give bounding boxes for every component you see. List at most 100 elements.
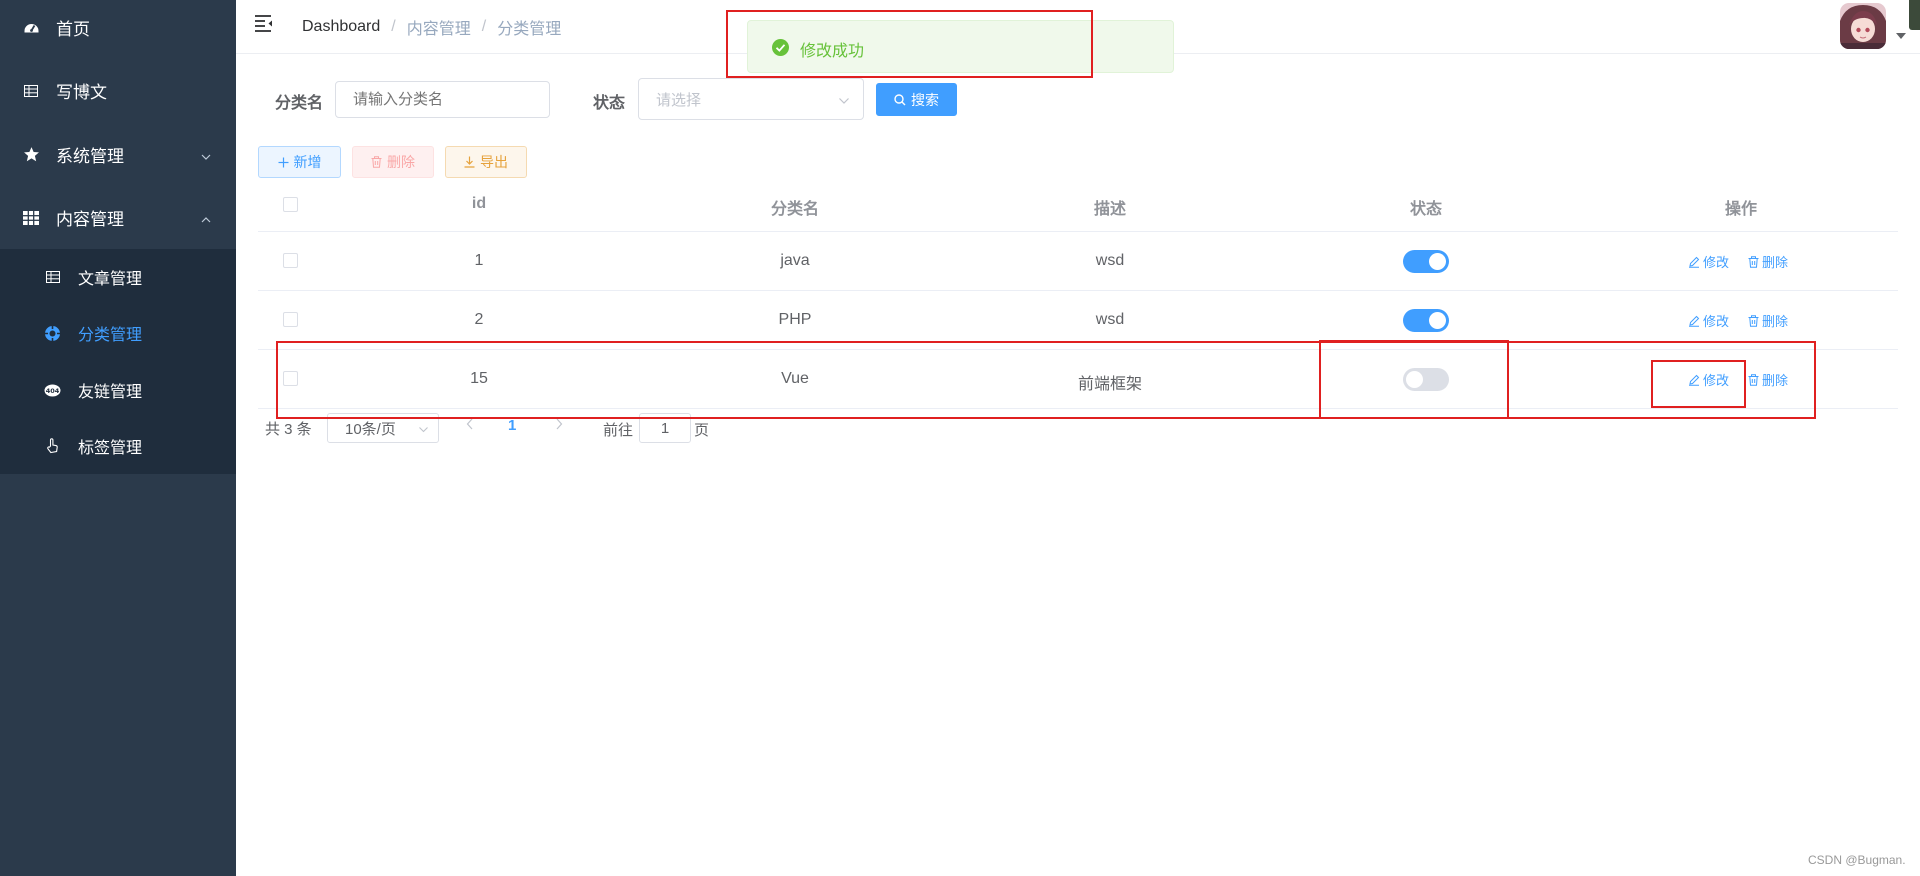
remove-button[interactable]: 删除 (1748, 252, 1788, 271)
search-icon (894, 93, 906, 105)
watermark: CSDN @Bugman. (1808, 853, 1906, 867)
table-row: 15 Vue 前端框架 修改 删除 (258, 350, 1898, 409)
status-switch[interactable] (1403, 309, 1449, 332)
search-button-label: 搜索 (911, 91, 939, 108)
header-id: id (471, 195, 487, 212)
category-name-input[interactable] (335, 81, 550, 118)
trash-icon (1748, 255, 1759, 268)
status-select-placeholder: 请选择 (656, 91, 702, 109)
chevron-down-icon (200, 148, 214, 162)
cell-desc: 前端框架 (1077, 376, 1143, 393)
breadcrumb-item-content: 内容管理 (406, 21, 471, 38)
table-row: 2 PHP wsd 修改 删除 (258, 291, 1898, 350)
plus-icon (278, 157, 288, 167)
sidebar-item-label: 内容管理 (56, 210, 124, 229)
edit-button[interactable]: 修改 (1688, 311, 1729, 330)
next-page-button[interactable] (554, 417, 570, 439)
remove-label: 删除 (1762, 314, 1789, 329)
svg-text:404: 404 (46, 387, 60, 395)
table-row: 1 java wsd 修改 删除 (258, 232, 1898, 291)
status-switch[interactable] (1403, 250, 1449, 273)
sidebar-item-label: 标签管理 (78, 440, 143, 457)
edit-icon (1689, 374, 1700, 386)
page-number-current[interactable]: 1 (508, 417, 516, 434)
prev-page-button[interactable] (465, 417, 481, 439)
sidebar-item-articles[interactable]: 文章管理 (0, 249, 236, 305)
sidebar-item-write-blog[interactable]: 写博文 (0, 59, 236, 122)
caret-down-icon[interactable] (1896, 33, 1906, 39)
breadcrumb: Dashboard / 内容管理 / 分类管理 (302, 15, 561, 39)
sidebar-item-links[interactable]: 404 友链管理 (0, 362, 236, 418)
chevron-down-icon (838, 94, 850, 106)
add-button[interactable]: 新增 (258, 146, 341, 178)
chevron-right-icon (556, 418, 563, 430)
cell-name: Vue (781, 370, 809, 387)
chevron-up-icon (200, 211, 214, 225)
search-button[interactable]: 搜索 (876, 83, 957, 116)
cell-id: 2 (474, 311, 484, 328)
grid-icon (22, 209, 40, 227)
edit-button[interactable]: 修改 (1688, 370, 1729, 389)
goto-label: 前往 (603, 422, 634, 439)
table-header: id 分类名 描述 状态 操作 (258, 177, 1898, 232)
download-icon (464, 156, 475, 168)
breadcrumb-separator: / (481, 18, 487, 35)
page-size-select[interactable]: 10条/页 (327, 413, 439, 443)
sidebar-item-home[interactable]: 首页 (0, 0, 236, 59)
sidebar-item-label: 分类管理 (78, 327, 143, 344)
chevron-left-icon (466, 418, 473, 430)
breadcrumb-separator: / (391, 18, 396, 35)
status-switch[interactable] (1403, 368, 1449, 391)
sidebar-item-content[interactable]: 内容管理 (0, 186, 236, 249)
avatar[interactable] (1840, 3, 1886, 49)
success-toast: 修改成功 (747, 20, 1174, 73)
delete-button[interactable]: 删除 (352, 146, 434, 178)
sidebar-item-tags[interactable]: 标签管理 (0, 418, 236, 474)
header-name: 分类名 (770, 201, 820, 218)
remove-label: 删除 (1762, 373, 1789, 388)
trash-icon (1748, 314, 1759, 327)
sidebar-item-label: 友链管理 (78, 384, 143, 401)
remove-button[interactable]: 删除 (1748, 311, 1788, 330)
404-icon: 404 (44, 382, 61, 399)
star-icon (22, 146, 40, 164)
hamburger-icon[interactable] (254, 14, 274, 32)
status-label: 状态 (593, 95, 626, 112)
table-icon (22, 82, 40, 100)
sidebar-item-label: 写博文 (56, 83, 107, 102)
cell-name: java (780, 252, 810, 269)
edit-icon (1689, 315, 1700, 327)
page-jump-input[interactable] (639, 413, 691, 443)
success-check-icon (772, 39, 789, 56)
sidebar-item-label: 文章管理 (78, 271, 143, 288)
chevron-down-icon (419, 427, 428, 433)
hand-icon (44, 438, 61, 455)
cell-desc: wsd (1095, 311, 1125, 328)
export-button[interactable]: 导出 (445, 146, 527, 178)
cell-name: PHP (778, 311, 812, 328)
edit-label: 修改 (1703, 314, 1730, 329)
row-checkbox[interactable] (283, 312, 298, 327)
sidebar: 首页 写博文 系统管理 内容管理 文章管理 分类管理 404 友链管理 标签管理 (0, 0, 236, 876)
select-all-checkbox[interactable] (283, 197, 298, 212)
breadcrumb-item-dashboard[interactable]: Dashboard (302, 18, 380, 36)
sidebar-item-system[interactable]: 系统管理 (0, 123, 236, 186)
toast-message: 修改成功 (800, 43, 865, 60)
delete-button-label: 删除 (387, 154, 415, 170)
breadcrumb-item-categories: 分类管理 (497, 21, 562, 38)
edge-widget (1909, 0, 1920, 30)
category-name-label: 分类名 (275, 95, 324, 112)
cell-id: 1 (474, 252, 484, 269)
table-icon (44, 269, 61, 286)
add-button-label: 新增 (293, 154, 322, 170)
header-status: 状态 (1409, 201, 1443, 218)
status-select[interactable]: 请选择 (638, 78, 864, 120)
row-checkbox[interactable] (283, 371, 298, 386)
header-actions: 操作 (1724, 201, 1758, 218)
edit-button[interactable]: 修改 (1688, 252, 1729, 271)
row-checkbox[interactable] (283, 253, 298, 268)
sidebar-item-categories[interactable]: 分类管理 (0, 305, 236, 361)
cell-desc: wsd (1095, 252, 1125, 269)
remove-button[interactable]: 删除 (1748, 370, 1788, 389)
sidebar-item-label: 首页 (56, 20, 90, 39)
